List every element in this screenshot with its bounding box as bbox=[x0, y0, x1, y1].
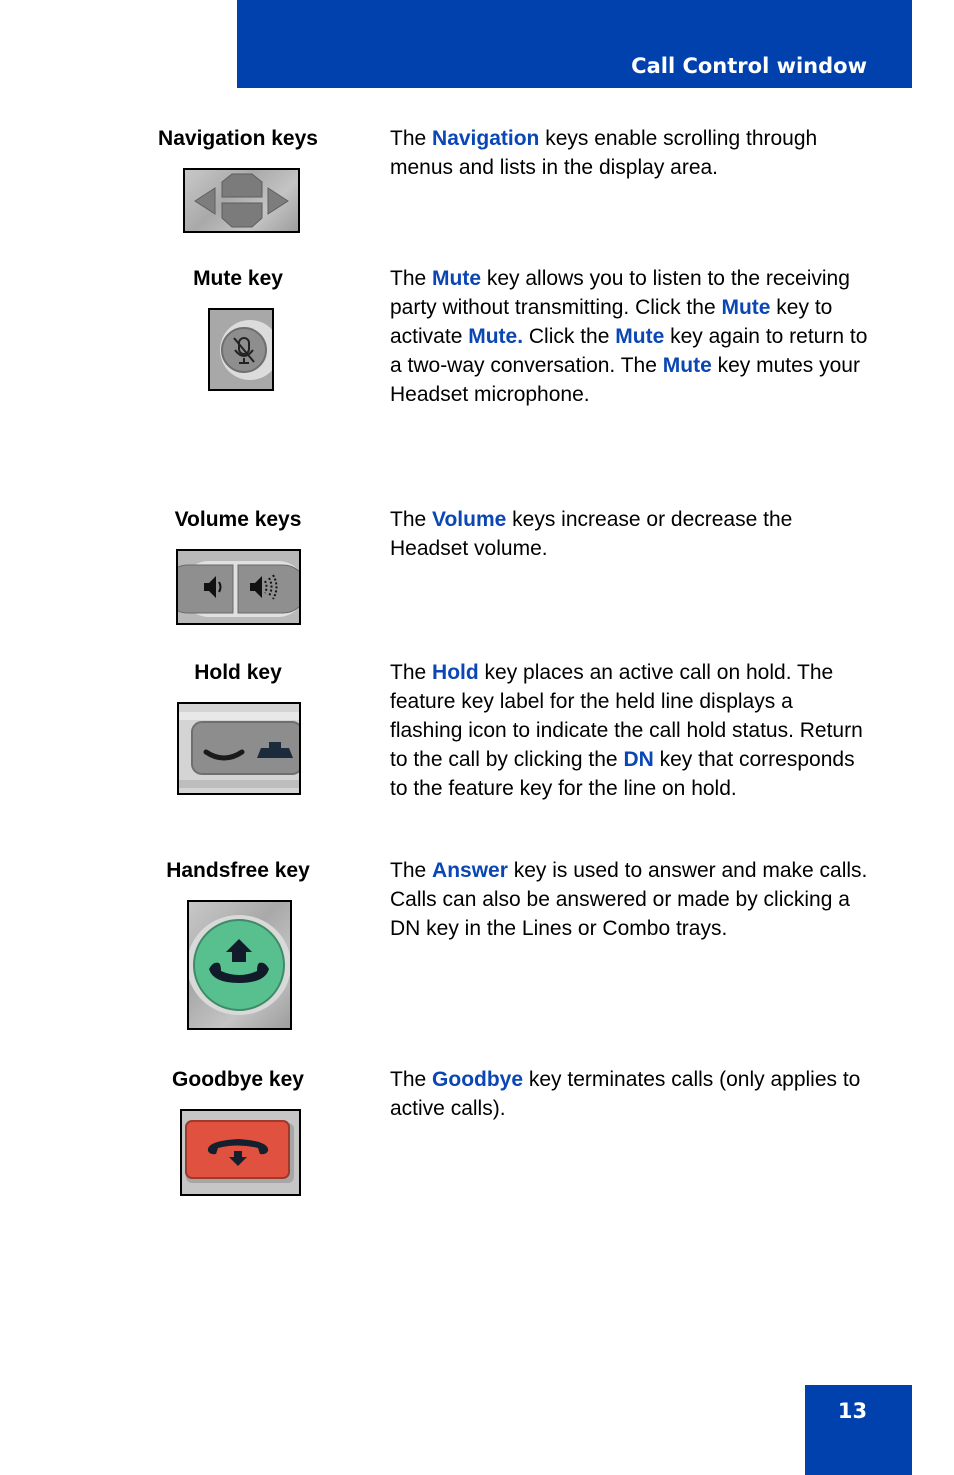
entry-label: Navigation keys bbox=[158, 127, 318, 150]
entry-description: The Answer key is used to answer and mak… bbox=[390, 856, 870, 943]
description-text: The bbox=[390, 1068, 433, 1091]
page-number-box: 13 bbox=[805, 1385, 912, 1475]
entry-description: The Mute key allows you to listen to the… bbox=[390, 264, 870, 409]
keyword-highlight: DN bbox=[623, 748, 654, 771]
keyword-highlight: Navigation bbox=[432, 127, 540, 150]
mute-microphone-icon bbox=[208, 308, 274, 391]
header-bar: Call Control window bbox=[237, 0, 912, 88]
hold-handset-icon bbox=[177, 702, 301, 795]
keyword-highlight: Hold bbox=[432, 661, 479, 684]
entry-description: The Hold key places an active call on ho… bbox=[390, 658, 870, 803]
description-text: Click the bbox=[523, 325, 616, 348]
entry-label: Handsfree key bbox=[166, 859, 310, 882]
description-text: The bbox=[390, 508, 433, 531]
volume-speaker-icon bbox=[176, 549, 301, 625]
keyword-highlight: Answer bbox=[432, 859, 508, 882]
answer-handset-icon bbox=[187, 900, 292, 1030]
entry-description: The Navigation keys enable scrolling thr… bbox=[390, 124, 870, 182]
entry-label: Hold key bbox=[194, 661, 282, 684]
keyword-highlight: Volume bbox=[432, 508, 507, 531]
entry-label: Goodbye key bbox=[172, 1068, 304, 1091]
keyword-highlight: Mute. bbox=[468, 325, 524, 348]
page-header-title: Call Control window bbox=[631, 54, 867, 78]
keyword-highlight: Mute bbox=[721, 296, 771, 319]
keyword-highlight: Mute bbox=[662, 354, 712, 377]
keyword-highlight: Mute bbox=[432, 267, 482, 290]
goodbye-handset-icon bbox=[180, 1109, 301, 1196]
keyword-highlight: Mute bbox=[615, 325, 665, 348]
description-text: The bbox=[390, 267, 433, 290]
page-number: 13 bbox=[837, 1399, 868, 1423]
entry-label: Volume keys bbox=[174, 508, 302, 531]
navigation-keys-icon bbox=[183, 168, 300, 233]
keyword-highlight: Goodbye bbox=[432, 1068, 524, 1091]
entry-description: The Goodbye key terminates calls (only a… bbox=[390, 1065, 870, 1123]
description-text: The bbox=[390, 661, 433, 684]
entry-label: Mute key bbox=[193, 267, 283, 290]
description-text: The bbox=[390, 127, 433, 150]
entry-description: The Volume keys increase or decrease the… bbox=[390, 505, 870, 563]
description-text: The bbox=[390, 859, 433, 882]
